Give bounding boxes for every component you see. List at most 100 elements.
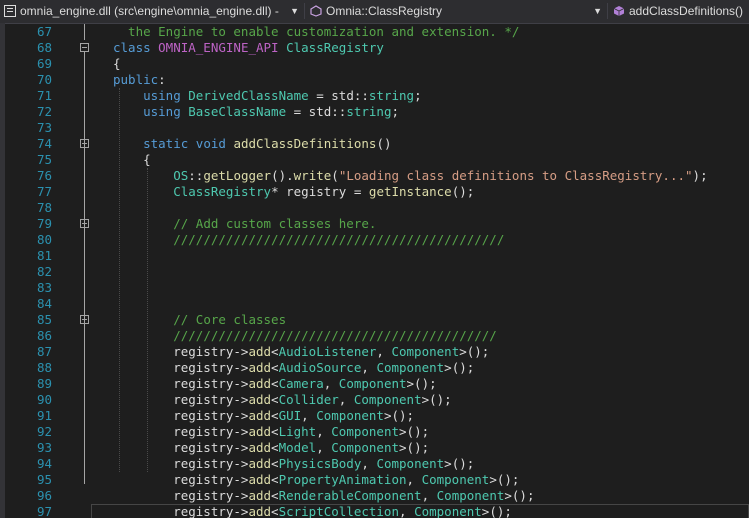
code-token: Component [391, 344, 460, 359]
scope-dropdown[interactable]: Omnia::ClassRegistry ▼ [306, 0, 606, 22]
code-token: >(); [444, 456, 475, 471]
code-token: ////////////////////////////////////////… [173, 328, 497, 343]
collapse-region-icon[interactable] [80, 43, 89, 52]
code-token: = std:: [286, 104, 347, 119]
code-token: static [143, 136, 196, 151]
code-line[interactable]: 69 { [0, 56, 749, 72]
code-token: , [316, 440, 332, 455]
code-token: ; [391, 104, 400, 119]
code-token: < [271, 344, 279, 359]
code-token: using [143, 104, 189, 119]
code-editor[interactable]: 67 the Engine to enable customization an… [0, 23, 749, 518]
code-text: registry->add<PhysicsBody, Component>(); [113, 456, 474, 472]
fold-guide-line [84, 24, 85, 40]
navigation-bar: omnia_engine.dll (src\engine\omnia_engin… [0, 0, 749, 24]
line-number: 82 [36, 264, 52, 279]
code-token: registry-> [113, 472, 249, 487]
code-line[interactable]: 81 [0, 248, 749, 264]
code-line[interactable]: 90 registry->add<Collider, Component>(); [0, 392, 749, 408]
code-token: < [271, 440, 279, 455]
code-line[interactable]: 86 /////////////////////////////////////… [0, 328, 749, 344]
code-text: ////////////////////////////////////////… [113, 232, 504, 248]
code-token: >(); [459, 344, 490, 359]
code-line[interactable]: 89 registry->add<Camera, Component>(); [0, 376, 749, 392]
code-token: , [421, 488, 437, 503]
code-line[interactable]: 96 registry->add<RenderableComponent, Co… [0, 488, 749, 504]
code-line[interactable]: 76 OS::getLogger().write("Loading class … [0, 168, 749, 184]
code-token: string [368, 88, 415, 103]
code-line[interactable]: 71 using DerivedClassName = std::string; [0, 88, 749, 104]
code-line[interactable]: 70 public: [0, 72, 749, 88]
line-number: 86 [36, 328, 52, 343]
code-token: Component [376, 360, 445, 375]
code-token: RenderableComponent [278, 488, 422, 503]
dropdown-arrow-icon[interactable]: ▼ [290, 0, 299, 22]
code-line[interactable]: 79 // Add custom classes here. [0, 216, 749, 232]
code-line[interactable]: 94 registry->add<PhysicsBody, Component>… [0, 456, 749, 472]
code-line[interactable]: 93 registry->add<Model, Component>(); [0, 440, 749, 456]
code-text: registry->add<Collider, Component>(); [113, 392, 452, 408]
code-line[interactable]: 84 [0, 296, 749, 312]
code-line[interactable]: 83 [0, 280, 749, 296]
fold-guide-line [84, 228, 85, 324]
code-line[interactable]: 78 [0, 200, 749, 216]
code-text: ClassRegistry* registry = getInstance(); [113, 184, 474, 200]
code-token: PhysicsBody [278, 456, 362, 471]
code-line[interactable]: 92 registry->add<Light, Component>(); [0, 424, 749, 440]
cpp-project-icon [4, 5, 16, 17]
code-token: ClassRegistry [173, 184, 272, 199]
member-dropdown-label: addClassDefinitions() [629, 4, 744, 18]
code-token: Component [331, 440, 400, 455]
code-line[interactable]: 87 registry->add<AudioListener, Componen… [0, 344, 749, 360]
code-token: OMNIA_ENGINE_API [158, 40, 287, 55]
code-token: BaseClassName [188, 104, 287, 119]
code-text: registry->add<GUI, Component>(); [113, 408, 414, 424]
code-token: PropertyAnimation [278, 472, 407, 487]
line-number: 93 [36, 440, 52, 455]
code-token: Camera [278, 376, 324, 391]
code-text: registry->add<Camera, Component>(); [113, 376, 436, 392]
code-line[interactable]: 82 [0, 264, 749, 280]
code-token: < [271, 424, 279, 439]
code-token: < [271, 488, 279, 503]
project-dropdown[interactable]: omnia_engine.dll (src\engine\omnia_engin… [0, 0, 303, 22]
code-token: GUI [278, 408, 302, 423]
code-token: add [248, 408, 272, 423]
code-token: add [248, 440, 272, 455]
code-text: registry->add<AudioListener, Component>(… [113, 344, 489, 360]
current-line-highlight [91, 504, 749, 518]
code-line[interactable]: 91 registry->add<GUI, Component>(); [0, 408, 749, 424]
code-line[interactable]: 73 [0, 120, 749, 136]
dropdown-arrow-icon[interactable]: ▼ [593, 0, 602, 22]
code-token: () [376, 136, 392, 151]
code-line[interactable]: 72 using BaseClassName = std::string; [0, 104, 749, 120]
code-token: registry-> [113, 344, 249, 359]
line-number: 95 [36, 472, 52, 487]
nav-divider [607, 3, 608, 19]
code-text: public: [113, 72, 166, 88]
line-number: 68 [36, 40, 52, 55]
code-line[interactable]: 85 // Core classes [0, 312, 749, 328]
code-token: public [113, 72, 159, 87]
code-line[interactable]: 77 ClassRegistry* registry = getInstance… [0, 184, 749, 200]
code-line[interactable]: 75 { [0, 152, 749, 168]
line-number: 73 [36, 120, 52, 135]
code-token: (); [451, 184, 475, 199]
code-line[interactable]: 68 class OMNIA_ENGINE_API ClassRegistry [0, 40, 749, 56]
code-token: add [248, 424, 272, 439]
code-line[interactable]: 95 registry->add<PropertyAnimation, Comp… [0, 472, 749, 488]
line-number: 72 [36, 104, 52, 119]
member-dropdown[interactable]: addClassDefinitions() [609, 0, 749, 22]
code-token: >(); [383, 408, 415, 423]
code-line[interactable]: 80 /////////////////////////////////////… [0, 232, 749, 248]
code-line[interactable]: 88 registry->add<AudioSource, Component>… [0, 360, 749, 376]
code-text: OS::getLogger().write("Loading class def… [113, 168, 707, 184]
code-token: < [271, 456, 279, 471]
code-token: void [195, 136, 234, 151]
code-line[interactable]: 74 static void addClassDefinitions() [0, 136, 749, 152]
code-token: < [271, 408, 279, 423]
code-line[interactable]: 67 the Engine to enable customization an… [0, 24, 749, 40]
